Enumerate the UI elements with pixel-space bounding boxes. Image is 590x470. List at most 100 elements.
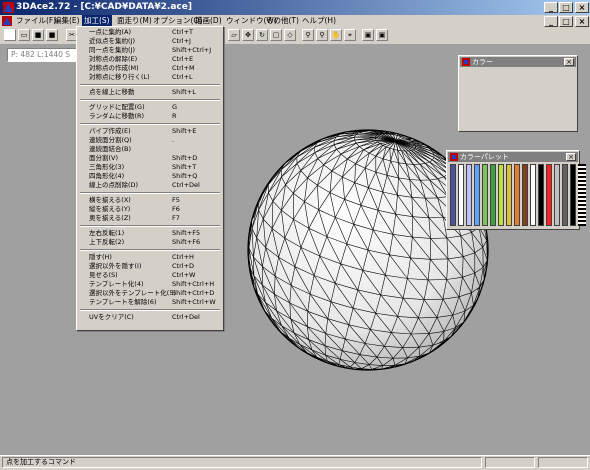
menu-other[interactable]: その他(T) bbox=[264, 15, 301, 27]
menu-item-shortcut: Ctrl+J bbox=[172, 37, 191, 46]
select-tool-icon[interactable]: ◇ bbox=[284, 29, 296, 41]
zoom-area-icon[interactable]: ⚲ bbox=[316, 29, 328, 41]
palette-swatch[interactable] bbox=[538, 164, 544, 226]
palette-swatch[interactable] bbox=[530, 164, 536, 226]
menu-item[interactable]: 対称点の解除(E) Ctrl+E bbox=[79, 55, 221, 64]
menu-item-label: 奥を揃える(Z) bbox=[89, 214, 131, 223]
menu-item[interactable]: 見せる(S)Ctrl+W bbox=[79, 271, 221, 280]
palette-swatch[interactable] bbox=[490, 164, 496, 226]
palette-swatch[interactable] bbox=[546, 164, 552, 226]
menu-item[interactable]: 連続面分割(Q). bbox=[79, 136, 221, 145]
menu-item-label: 選択以外を隠す(I) bbox=[89, 262, 142, 271]
mdi-restore-button[interactable]: □ bbox=[559, 16, 573, 27]
menu-item-shortcut: Ctrl+L bbox=[172, 73, 193, 82]
maximize-button[interactable]: □ bbox=[559, 2, 573, 13]
menu-item[interactable]: 上下反転(2)Shift+F6 bbox=[79, 238, 221, 247]
menu-item-label: 連続面分割(Q) bbox=[89, 136, 132, 145]
palette-gradient-strip[interactable] bbox=[578, 164, 586, 226]
scale-tool-icon[interactable]: ▢ bbox=[270, 29, 282, 41]
menu-item[interactable]: 対称点の作成(M)Ctrl+M bbox=[79, 64, 221, 73]
hand-icon[interactable]: ✋ bbox=[330, 29, 342, 41]
new-icon[interactable] bbox=[4, 29, 16, 41]
palette-swatch[interactable] bbox=[482, 164, 488, 226]
menu-item[interactable]: 選択以外をテンプレート化(5)Shift+Ctrl+D bbox=[79, 289, 221, 298]
menu-item[interactable]: 隠す(H)Ctrl+H bbox=[79, 253, 221, 262]
menu-item-shortcut: Ctrl+Del bbox=[172, 181, 200, 190]
menu-item-label: 選択以外をテンプレート化(5) bbox=[89, 289, 176, 298]
menu-item-label: 同一点を集約(J) bbox=[89, 46, 135, 55]
menu-separator bbox=[80, 225, 220, 227]
open-icon[interactable]: ▭ bbox=[18, 29, 30, 41]
palette-swatch[interactable] bbox=[466, 164, 472, 226]
menu-item[interactable]: テンプレート化(4)Shift+Ctrl+H bbox=[79, 280, 221, 289]
menu-item[interactable]: 横を揃える(X)F5 bbox=[79, 196, 221, 205]
palette-swatch[interactable] bbox=[562, 164, 568, 226]
save-icon[interactable]: ■ bbox=[32, 29, 44, 41]
palette-window-close-button[interactable]: × bbox=[566, 153, 576, 161]
menu-item[interactable]: 四角形化(4)Shift+Q bbox=[79, 172, 221, 181]
menu-item-label: 点を線上に移動 bbox=[89, 88, 135, 97]
palette-swatch[interactable] bbox=[514, 164, 520, 226]
menu-help[interactable]: ヘルプ(H) bbox=[300, 15, 338, 27]
menu-item[interactable]: グリッドに配置(G) G bbox=[79, 103, 221, 112]
menu-item[interactable]: 選択以外を隠す(I)Ctrl+D bbox=[79, 262, 221, 271]
palette-swatch[interactable] bbox=[554, 164, 560, 226]
menu-item-label: UVをクリア(C) bbox=[89, 313, 134, 322]
menu-item[interactable]: 近似点を集約(J)Ctrl+J bbox=[79, 37, 221, 46]
palette-swatch[interactable] bbox=[570, 164, 576, 226]
palette-swatch[interactable] bbox=[506, 164, 512, 226]
save-as-icon[interactable]: ■ bbox=[46, 29, 58, 41]
color-window-close-button[interactable]: × bbox=[564, 58, 574, 66]
menu-item-label: 対称点の解除(E) bbox=[89, 55, 137, 64]
mdi-minimize-button[interactable]: _ bbox=[544, 16, 558, 27]
color-window[interactable]: カラー × bbox=[458, 55, 578, 132]
menu-item-label: グリッドに配置(G) bbox=[89, 103, 145, 112]
menu-item[interactable]: テンプレートを解除(6)Shift+Ctrl+W bbox=[79, 298, 221, 307]
move-tool-icon[interactable]: ✥ bbox=[242, 29, 254, 41]
menu-item[interactable]: 一点に集約(A)Ctrl+T bbox=[79, 28, 221, 37]
menu-item[interactable]: 縦を揃える(Y)F6 bbox=[79, 205, 221, 214]
color-window-icon bbox=[462, 58, 470, 66]
view-side-icon[interactable]: ▣ bbox=[376, 29, 388, 41]
menu-item[interactable]: 同一点を集約(J) Shift+Ctrl+J bbox=[79, 46, 221, 55]
palette-swatch[interactable] bbox=[474, 164, 480, 226]
menu-item[interactable]: パイプ作成(E)Shift+E bbox=[79, 127, 221, 136]
app-icon bbox=[3, 2, 14, 13]
close-button[interactable]: × bbox=[575, 2, 589, 13]
menu-item[interactable]: 対称点に移り行く(L)Ctrl+L bbox=[79, 73, 221, 82]
menu-item[interactable]: 三角形化(3)Shift+T bbox=[79, 163, 221, 172]
polygon-tool-icon[interactable]: ▱ bbox=[228, 29, 240, 41]
palette-window[interactable]: カラーパレット × bbox=[446, 150, 580, 230]
palette-window-titlebar[interactable]: カラーパレット × bbox=[448, 152, 578, 162]
menu-item-shortcut: . bbox=[172, 136, 174, 145]
view-front-icon[interactable]: ▣ bbox=[362, 29, 374, 41]
status-bar: 点を加工するコマンド bbox=[0, 455, 590, 470]
menu-item[interactable]: 連続面結合(B) bbox=[79, 145, 221, 154]
menu-item-shortcut: Shift+Ctrl+J bbox=[172, 46, 211, 55]
menu-item-label: 横を揃える(X) bbox=[89, 196, 131, 205]
zoom-icon[interactable]: ⚲ bbox=[302, 29, 314, 41]
menu-separator bbox=[80, 84, 220, 86]
color-window-titlebar[interactable]: カラー × bbox=[460, 57, 576, 67]
palette-swatch[interactable] bbox=[498, 164, 504, 226]
menu-item[interactable]: UVをクリア(C)Ctrl+Del bbox=[79, 313, 221, 322]
menu-item-shortcut: F7 bbox=[172, 214, 180, 223]
menu-item[interactable]: 奥を揃える(Z) F7 bbox=[79, 214, 221, 223]
rotate-tool-icon[interactable]: ↻ bbox=[256, 29, 268, 41]
menu-item[interactable]: 左右反転(1)Shift+F5 bbox=[79, 229, 221, 238]
palette-swatch[interactable] bbox=[450, 164, 456, 226]
menu-item[interactable]: 面分割(V)Shift+D bbox=[79, 154, 221, 163]
menu-item-shortcut: G bbox=[172, 103, 177, 112]
palette-swatch[interactable] bbox=[522, 164, 528, 226]
menu-item[interactable]: 線上の点削除(D)Ctrl+Del bbox=[79, 181, 221, 190]
menu-item-shortcut: Shift+Ctrl+H bbox=[172, 280, 214, 289]
palette-window-icon bbox=[450, 153, 458, 161]
mdi-close-button[interactable]: × bbox=[575, 16, 589, 27]
palette-swatch[interactable] bbox=[458, 164, 464, 226]
menu-item-shortcut: Ctrl+E bbox=[172, 55, 193, 64]
menu-item[interactable]: 点を線上に移動Shift+L bbox=[79, 88, 221, 97]
menu-item[interactable]: ランダムに移動(R)R bbox=[79, 112, 221, 121]
camera-icon[interactable]: ⌖ bbox=[344, 29, 356, 41]
menu-item-shortcut: F6 bbox=[172, 205, 180, 214]
minimize-button[interactable]: _ bbox=[544, 2, 558, 13]
